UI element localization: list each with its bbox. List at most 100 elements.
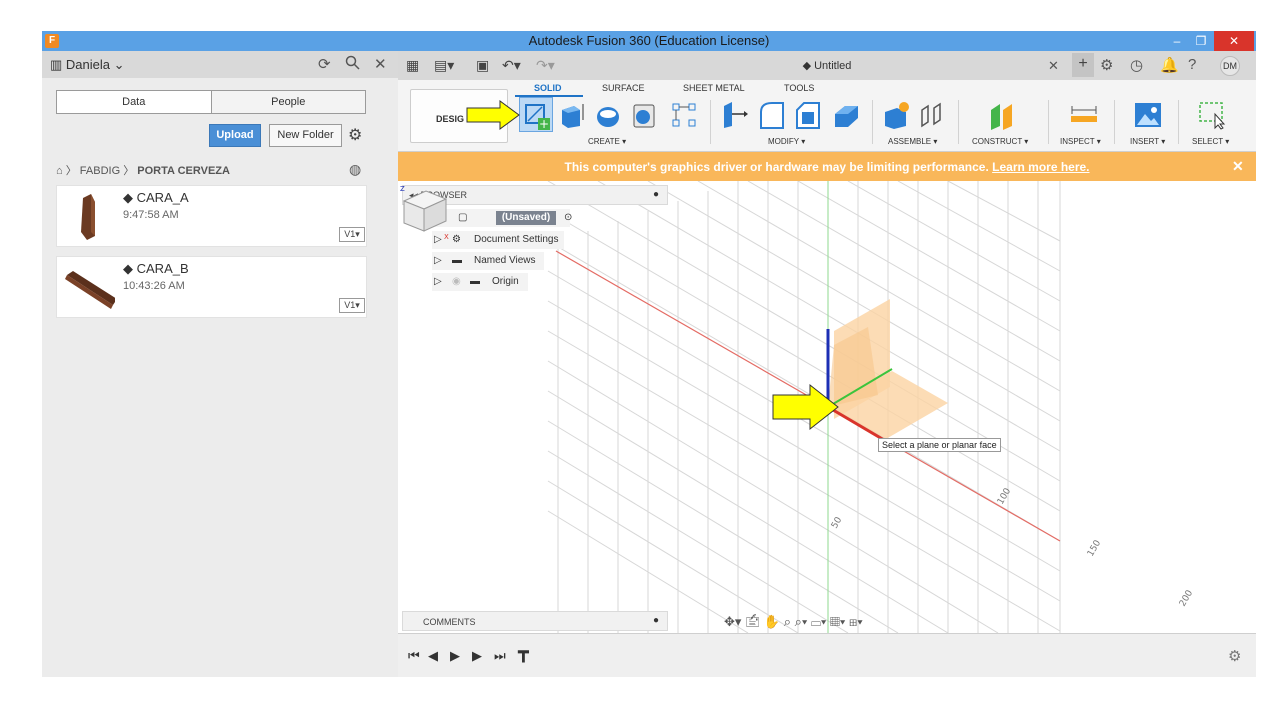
joint-icon[interactable] [918, 100, 946, 130]
globe-icon[interactable]: ◍ [349, 161, 361, 178]
toolbar-separator [710, 100, 711, 144]
refresh-icon[interactable]: ⟳ [318, 55, 331, 73]
timeline-marker-icon[interactable]: ┳ [518, 642, 529, 663]
gear-icon: ⚙ [452, 234, 461, 245]
help-icon[interactable]: ? [1188, 56, 1196, 73]
maximize-button[interactable]: ❐ [1190, 31, 1212, 51]
data-panel: ▥ Daniela ⌄ ⟳ ✕ Data People Upload New F… [42, 51, 398, 677]
chamfer-icon[interactable] [794, 100, 822, 130]
comments-title: COMMENTS [423, 617, 476, 627]
grid-settings-icon[interactable]: ▦▾ [830, 614, 845, 629]
loft-icon[interactable] [670, 100, 698, 130]
toolbar-separator [1114, 100, 1115, 144]
step-forward-icon[interactable]: ▶ [472, 648, 482, 664]
fit-icon[interactable]: ⌕▾ [795, 614, 808, 629]
toolbar-separator [872, 100, 873, 144]
comments-panel-header[interactable]: COMMENTS ● [402, 611, 668, 631]
component-icon: ▢ [458, 212, 468, 223]
timeline-settings-gear-icon[interactable]: ⚙ [1228, 647, 1241, 665]
tab-people[interactable]: People [211, 91, 365, 113]
construct-menu[interactable]: CONSTRUCT ▾ [972, 137, 1028, 146]
offset-plane-icon[interactable] [988, 100, 1016, 130]
file-card[interactable]: ◆ CARA_A 9:47:58 AM V1▾ [56, 185, 367, 247]
go-to-end-icon[interactable]: ⏭ [494, 648, 506, 664]
sweep-icon[interactable] [630, 100, 658, 130]
user-menu[interactable]: ▥ Daniela ⌄ [50, 57, 125, 73]
pan-icon[interactable]: ✋ [764, 614, 780, 629]
tab-solid[interactable]: SOLID [534, 83, 562, 93]
3d-viewport[interactable]: 50 100 150 200 50 ◂◂ BROWSER ● ◢ ◉ ▢ (Un… [398, 181, 1256, 633]
new-tab-button[interactable]: + [1072, 53, 1094, 77]
version-badge[interactable]: V1▾ [339, 227, 365, 242]
look-at-icon[interactable]: 🖆 [745, 614, 760, 629]
orbit-icon[interactable]: ✥▾ [724, 614, 741, 629]
home-icon[interactable]: ⌂ [56, 165, 63, 177]
breadcrumb-project[interactable]: FABDIG [80, 165, 120, 177]
play-icon[interactable]: ▶ [450, 648, 460, 664]
minimize-button[interactable]: – [1166, 31, 1188, 51]
extensions-icon[interactable]: ⚙ [1100, 56, 1113, 74]
notifications-icon[interactable]: 🔔 [1160, 56, 1179, 74]
warning-message: This computer's graphics driver or hardw… [564, 160, 1090, 174]
activate-radio-icon[interactable]: ⊙ [564, 212, 572, 223]
viewcube[interactable]: Z X [398, 181, 452, 241]
unsaved-badge: (Unsaved) [496, 211, 556, 225]
tab-sheet-metal[interactable]: SHEET METAL [683, 83, 745, 93]
extrude-icon[interactable] [558, 100, 586, 130]
browser-pin-icon[interactable]: ● [653, 189, 659, 200]
insert-menu[interactable]: INSERT ▾ [1130, 137, 1165, 146]
close-panel-icon[interactable]: ✕ [374, 55, 387, 73]
avatar[interactable]: DM [1220, 56, 1240, 76]
insert-image-icon[interactable] [1134, 100, 1162, 130]
close-tab-icon[interactable]: ✕ [1048, 58, 1059, 74]
assemble-menu[interactable]: ASSEMBLE ▾ [888, 137, 937, 146]
file-name: ◆ CARA_A [123, 190, 189, 205]
browser-node-named-views[interactable]: ▷ ▬ Named Views [432, 252, 544, 270]
version-badge[interactable]: V1▾ [339, 298, 365, 313]
tab-surface[interactable]: SURFACE [602, 83, 645, 93]
timeline-bar: ⏮ ◀ ▶ ▶ ⏭ ┳ ⚙ [398, 633, 1256, 677]
hidden-eye-icon[interactable]: ◉ [452, 276, 461, 287]
component-icon: ◆ [123, 261, 133, 276]
learn-more-link[interactable]: Learn more here. [992, 160, 1089, 174]
file-card[interactable]: ◆ CARA_B 10:43:26 AM V1▾ [56, 256, 367, 318]
new-component-icon[interactable] [882, 100, 910, 130]
job-status-icon[interactable]: ◷ [1130, 56, 1143, 74]
file-name: ◆ CARA_B [123, 261, 189, 276]
go-to-start-icon[interactable]: ⏮ [408, 648, 420, 664]
ruler-label: 100 [996, 486, 1013, 506]
revolve-icon[interactable] [594, 100, 622, 130]
select-menu[interactable]: SELECT ▾ [1192, 137, 1229, 146]
expand-triangle-icon[interactable]: ▷ [434, 276, 442, 287]
create-menu[interactable]: CREATE ▾ [588, 137, 626, 146]
select-icon[interactable] [1198, 100, 1226, 130]
viewports-icon[interactable]: ⊞▾ [849, 614, 863, 629]
shell-icon[interactable] [832, 100, 860, 130]
step-back-icon[interactable]: ◀ [428, 648, 438, 664]
search-icon[interactable] [345, 55, 360, 74]
inspect-menu[interactable]: INSPECT ▾ [1060, 137, 1101, 146]
upload-button[interactable]: Upload [209, 124, 261, 147]
display-settings-icon[interactable]: ▭▾ [811, 614, 826, 629]
zoom-icon[interactable]: ⌕ [784, 614, 791, 629]
document-tab[interactable]: ◆ Untitled ✕ [398, 58, 1256, 74]
navigation-bar: ✥▾ 🖆 ✋ ⌕ ⌕▾ ▭▾ ▦▾ ⊞▾ [724, 613, 863, 631]
browser-node-origin[interactable]: ▷ ◉ ▬ Origin [432, 273, 528, 291]
modify-menu[interactable]: MODIFY ▾ [768, 137, 805, 146]
add-comment-icon[interactable]: ● [653, 615, 659, 626]
tab-tools[interactable]: TOOLS [784, 83, 814, 93]
measure-icon[interactable] [1070, 100, 1098, 130]
gear-icon[interactable]: ⚙ [348, 125, 362, 145]
tab-data[interactable]: Data [57, 91, 212, 113]
data-panel-header: ▥ Daniela ⌄ ⟳ ✕ [42, 51, 398, 78]
close-warning-icon[interactable]: ✕ [1232, 158, 1244, 175]
close-window-button[interactable]: ✕ [1214, 31, 1254, 51]
fillet-icon[interactable] [758, 100, 786, 130]
create-sketch-button[interactable]: + [519, 97, 553, 132]
document-title: Untitled [814, 60, 852, 72]
svg-text:X: X [444, 233, 449, 241]
expand-triangle-icon[interactable]: ▷ [434, 255, 442, 266]
new-folder-button[interactable]: New Folder [269, 124, 342, 147]
press-pull-icon[interactable] [720, 100, 748, 130]
browser-node-label: Origin [492, 276, 519, 287]
